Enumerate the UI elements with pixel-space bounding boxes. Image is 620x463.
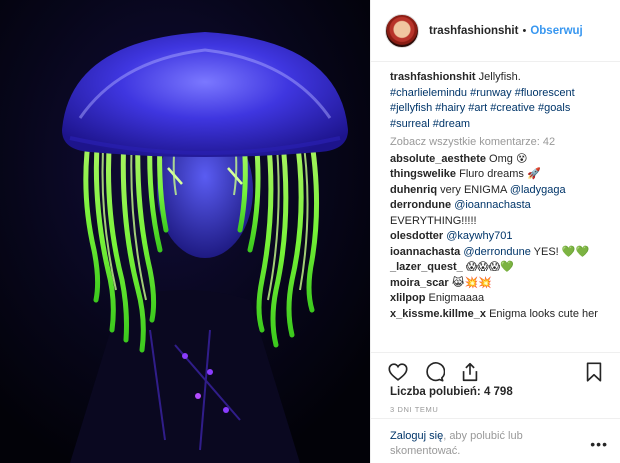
caption-hashtags[interactable]: #jellyfish #hairy #art #creative #goals xyxy=(390,102,570,114)
comment-text: Fluro dreams 🚀 xyxy=(459,168,541,180)
caption-tags-line: #jellyfish #hairy #art #creative #goals xyxy=(390,101,611,117)
login-prompt: Zaloguj się, aby polubić lub skomentować… xyxy=(371,418,620,463)
comment-row: x_kissme.killme_x Enigma looks cute her xyxy=(390,307,611,323)
comment-mention[interactable]: @kaywhy701 xyxy=(446,230,512,242)
comment-text: 😱😱😱💚 xyxy=(465,261,514,273)
comment-username[interactable]: absolute_aesthete xyxy=(390,153,486,165)
comment-username[interactable]: xlilpop xyxy=(390,292,425,304)
caption-hashtags[interactable]: #surreal #dream xyxy=(390,118,470,130)
comment-row: _lazer_quest_ 😱😱😱💚 xyxy=(390,260,611,276)
comment-text: EVERYTHING!!!!! xyxy=(390,214,477,227)
bookmark-icon[interactable] xyxy=(583,361,607,385)
caption-tags-line: #surreal #dream xyxy=(390,117,611,133)
post-panel: trashfashionshit • Obserwuj trashfashion… xyxy=(370,0,620,463)
action-bar xyxy=(371,352,620,386)
comment-text: Omg 😵 xyxy=(489,152,528,165)
comment-text: Enigmaaaa xyxy=(428,292,485,304)
comment-row: moira_scar 😹💥💥 xyxy=(390,276,611,292)
comment-row: duhenriq very ENIGMA @ladygaga xyxy=(390,183,611,199)
view-all-comments-link[interactable]: Zobacz wszystkie komentarze: 42 xyxy=(390,135,611,151)
comment-username[interactable]: olesdotter xyxy=(390,230,443,242)
comment-row: derrondune @ioannachasta xyxy=(390,198,611,214)
comment-text: Enigma looks cute her xyxy=(489,307,598,320)
post-header: trashfashionshit • Obserwuj xyxy=(371,0,620,62)
heart-icon[interactable] xyxy=(387,361,411,385)
author-username[interactable]: trashfashionshit xyxy=(429,25,518,37)
separator-dot: • xyxy=(522,24,527,37)
comment-mention[interactable]: @derrondune xyxy=(463,246,530,258)
comment-username[interactable]: _lazer_quest_ xyxy=(390,261,463,273)
comment-text: YES! 💚💚 xyxy=(530,245,590,258)
comment-mention[interactable]: @ioannachasta xyxy=(454,199,531,211)
comment-mention[interactable]: @ladygaga xyxy=(510,184,566,196)
share-icon[interactable] xyxy=(459,361,483,385)
comment-username[interactable]: derrondune xyxy=(390,199,451,211)
comment-icon[interactable] xyxy=(423,361,447,385)
post-date: 3 DNI TEMU xyxy=(390,405,439,414)
avatar[interactable] xyxy=(385,13,419,48)
caption-text: Jellyfish. xyxy=(478,71,521,83)
comment-username[interactable]: ioannachasta xyxy=(390,246,460,258)
comment-continuation: EVERYTHING!!!!! xyxy=(390,214,611,230)
caption-hashtags[interactable]: #charlielemindu #runway #fluorescent xyxy=(390,87,575,99)
likes-number: 4 798 xyxy=(483,386,513,398)
comment-username[interactable]: thingswelike xyxy=(390,168,456,180)
comment-username[interactable]: duhenriq xyxy=(390,184,437,196)
caption-username[interactable]: trashfashionshit xyxy=(390,71,476,83)
comment-row: xlilpop Enigmaaaa xyxy=(390,291,611,307)
comment-username[interactable]: moira_scar xyxy=(390,277,449,289)
instagram-post: trashfashionshit • Obserwuj trashfashion… xyxy=(0,0,620,463)
more-icon[interactable]: ••• xyxy=(590,436,608,452)
jellyfish-image xyxy=(0,0,370,463)
login-link[interactable]: Zaloguj się xyxy=(390,430,443,442)
post-photo[interactable] xyxy=(0,0,370,463)
caption-tags-line: #charlielemindu #runway #fluorescent xyxy=(390,86,611,102)
likes-label: Liczba polubień: xyxy=(390,386,481,398)
caption: trashfashionshit Jellyfish. xyxy=(390,70,611,86)
likes-count[interactable]: Liczba polubień: 4 798 xyxy=(390,386,513,398)
comment-row: thingswelike Fluro dreams 🚀 xyxy=(390,167,611,183)
comment-row: ioannachasta @derrondune YES! 💚💚 xyxy=(390,245,611,261)
follow-button[interactable]: Obserwuj xyxy=(530,25,582,37)
comment-username[interactable]: x_kissme.killme_x xyxy=(390,308,486,320)
comment-row: olesdotter @kaywhy701 xyxy=(390,229,611,245)
comment-row: absolute_aesthete Omg 😵 xyxy=(390,152,611,168)
comment-text: very ENIGMA xyxy=(440,183,510,196)
comments-list: trashfashionshit Jellyfish. #charlielemi… xyxy=(371,70,620,322)
comment-text: 😹💥💥 xyxy=(451,276,493,289)
